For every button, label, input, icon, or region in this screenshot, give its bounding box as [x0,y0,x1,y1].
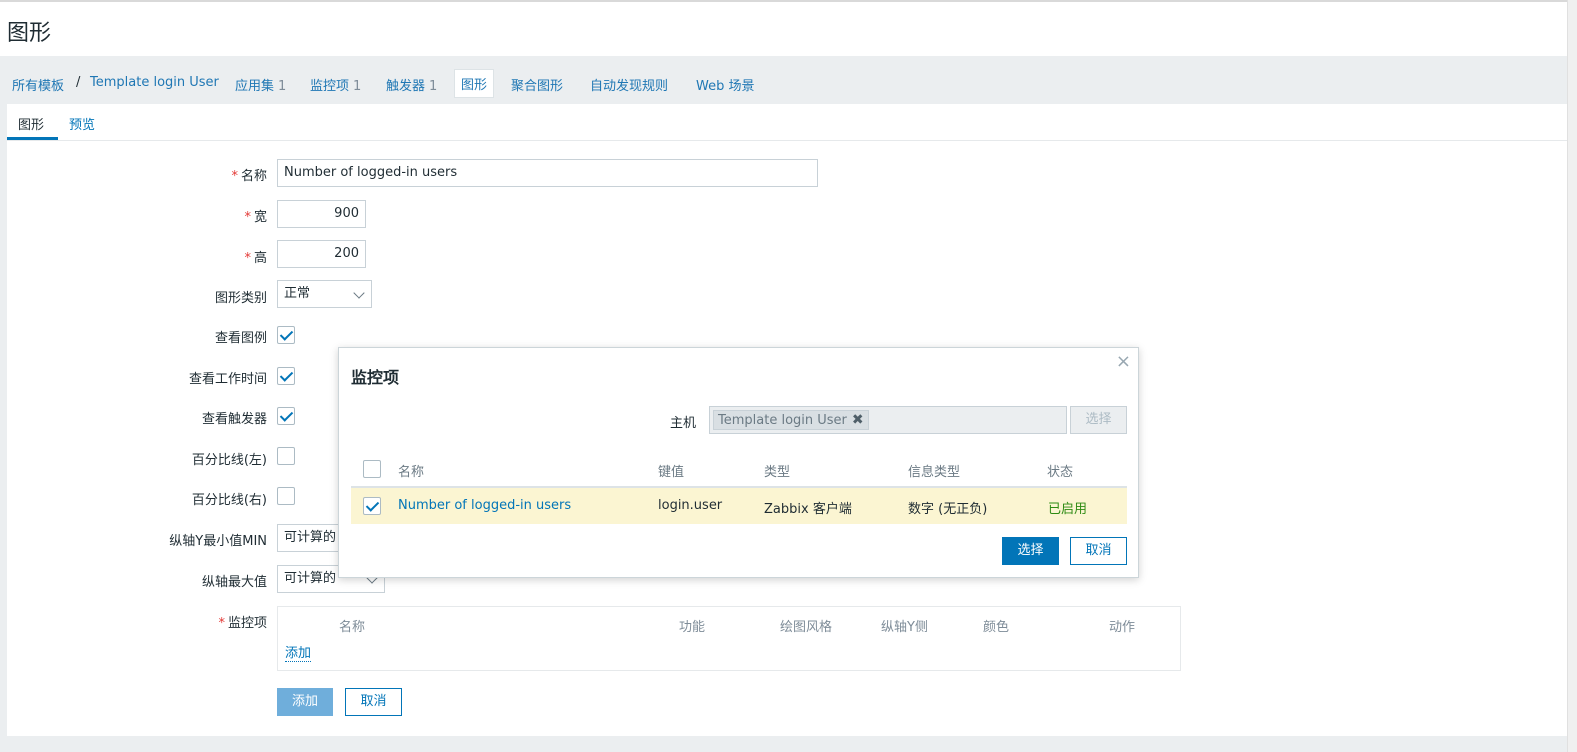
dialog-cancel-button[interactable]: 取消 [1070,537,1127,565]
close-icon[interactable]: × [1116,351,1131,372]
host-chip-label: Template login User [718,413,847,428]
host-multiselect[interactable]: Template login User ✖ [709,406,1067,434]
nav-screens[interactable]: 聚合图形 [511,75,563,94]
show-working-time-checkbox[interactable] [277,367,295,385]
width-label-text: 宽 [253,210,267,225]
row-checkbox[interactable] [363,497,381,515]
height-label: * 高 [7,247,267,266]
show-triggers-label: 查看触发器 [201,412,267,427]
graph-items-table: 名称 功能 绘图风格 纵轴Y侧 颜色 动作 添加 [277,606,1181,671]
page-title: 图形 [7,21,52,46]
show-legend-checkbox[interactable] [277,326,295,344]
name-label-text: 名称 [240,169,267,184]
scrollbar[interactable] [1567,0,1577,752]
graph-type-label: 图形类别 [214,291,267,306]
required-mark: * [218,616,225,631]
items-col-function: 功能 [679,620,706,635]
tab-bar: 图形 预览 [7,104,1567,141]
items-col-action: 动作 [1109,620,1136,635]
nav-triggers-label: 触发器 [386,79,426,94]
percentile-left-label: 百分比线(左) [191,453,267,468]
cancel-button[interactable]: 取消 [345,688,402,716]
nav-discovery-rules[interactable]: 自动发现规则 [590,75,668,94]
nav-web-scenarios[interactable]: Web 场景 [696,75,754,94]
required-mark: * [244,251,251,266]
breadcrumb-nav: 所有模板 / Template login User 应用集 1 监控项 1 触发器… [0,56,1567,104]
row-status: 已启用 [1048,502,1088,517]
ymin-value: 可计算的 [284,530,337,545]
ymax-label: 纵轴最大值 [201,575,267,590]
col-key: 键值 [658,465,685,480]
items-col-color: 颜色 [983,620,1010,635]
nav-applications-count: 1 [278,79,287,94]
page-header: 图形 [0,0,1577,56]
name-label: * 名称 [7,165,267,184]
select-host-button[interactable]: 选择 [1070,406,1127,434]
show-legend-label: 查看图例 [214,331,267,346]
nav-applications-label: 应用集 [235,79,275,94]
dialog-title: 监控项 [351,368,400,387]
nav-applications[interactable]: 应用集 1 [235,75,286,94]
required-mark: * [244,210,251,225]
tab-preview[interactable]: 预览 [69,114,95,133]
percentile-left-checkbox[interactable] [277,447,295,465]
add-button[interactable]: 添加 [277,688,333,716]
items-label: * 监控项 [7,612,267,631]
chevron-down-icon [353,287,365,299]
row-info-type: 数字 (无正负) [908,502,988,517]
select-all-checkbox[interactable] [363,460,381,478]
nav-all-templates[interactable]: 所有模板 [12,75,64,94]
percentile-right-label: 百分比线(右) [191,493,267,508]
items-col-name: 名称 [339,620,366,635]
col-status: 状态 [1047,465,1074,480]
width-input[interactable]: 900 [277,200,366,228]
host-label: 主机 [670,416,697,431]
row-item-name-link[interactable]: Number of logged-in users [398,498,571,513]
tab-graph[interactable]: 图形 [18,114,44,133]
graph-type-select[interactable]: 正常 [277,280,372,308]
items-label-text: 监控项 [227,616,267,631]
graph-type-value: 正常 [284,286,311,301]
breadcrumb-separator: / [76,75,81,90]
nav-items[interactable]: 监控项 1 [310,75,361,94]
remove-icon[interactable]: ✖ [852,412,864,428]
show-working-time-label: 查看工作时间 [188,372,267,387]
name-input[interactable]: Number of logged-in users [277,159,818,187]
col-name: 名称 [398,465,425,480]
nav-graphs[interactable]: 图形 [454,69,495,98]
items-col-y-axis-side: 纵轴Y侧 [881,620,928,635]
dialog-select-button[interactable]: 选择 [1002,537,1059,565]
nav-items-count: 1 [353,79,362,94]
items-table-header: 名称 键值 类型 信息类型 状态 [351,451,1127,488]
table-row[interactable]: Number of logged-in users login.user Zab… [351,488,1127,524]
width-label: * 宽 [7,206,267,225]
active-tab-indicator [7,137,58,140]
ymin-label: 纵轴Y最小值MIN [169,534,267,549]
col-info-type: 信息类型 [908,465,961,480]
height-label-text: 高 [253,251,267,266]
row-key: login.user [658,498,723,513]
ymax-value: 可计算的 [284,571,337,586]
percentile-right-checkbox[interactable] [277,487,295,505]
nav-triggers-count: 1 [429,79,438,94]
nav-triggers[interactable]: 触发器 1 [386,75,437,94]
height-input[interactable]: 200 [277,240,366,268]
show-triggers-checkbox[interactable] [277,407,295,425]
row-type: Zabbix 客户端 [764,502,852,517]
add-item-link[interactable]: 添加 [285,642,312,662]
items-col-draw-style: 绘图风格 [780,620,833,635]
item-select-dialog: 监控项 × 主机 Template login User ✖ 选择 名称 键值 类… [338,347,1139,578]
nav-template[interactable]: Template login User [90,75,219,90]
required-mark: * [231,169,238,184]
nav-items-label: 监控项 [310,79,350,94]
host-chip: Template login User ✖ [713,410,869,430]
col-type: 类型 [764,465,791,480]
